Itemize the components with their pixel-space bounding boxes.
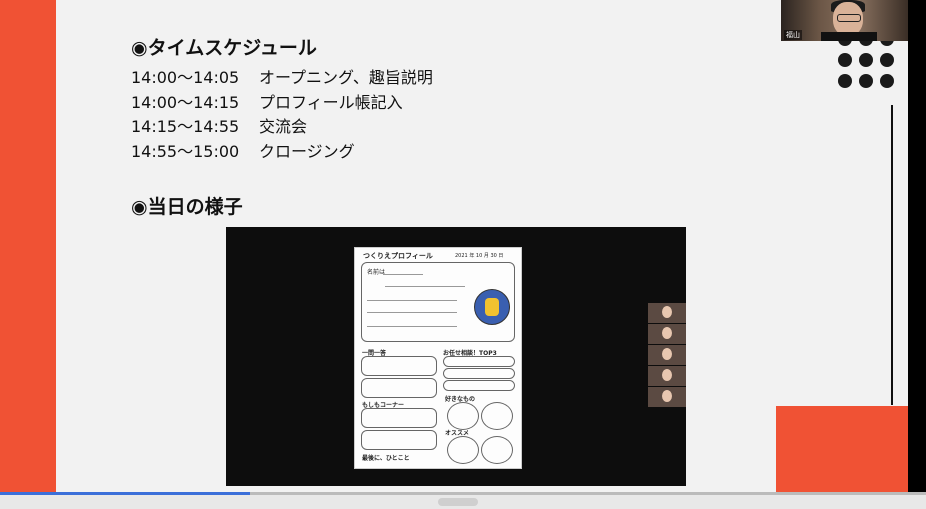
participant-video: [648, 387, 686, 407]
rank-box: [443, 356, 515, 367]
rank-box: [443, 380, 515, 391]
schedule-item: 交流会: [259, 117, 308, 136]
schedule-row: 14:15〜14:55 交流会: [131, 113, 433, 138]
section-saigo: 最後に、ひとこと: [362, 455, 410, 462]
schedule-list: 14:00〜14:05 オープニング、趣旨説明 14:00〜14:15 プロフィール…: [131, 64, 433, 162]
participant-thumbnails: [648, 303, 686, 408]
bubble: [447, 402, 479, 430]
answer-box: [361, 430, 437, 450]
dot: [880, 53, 894, 67]
answer-box: [361, 378, 437, 398]
participant-video: [648, 303, 686, 323]
schedule-time: 14:15〜14:55: [131, 117, 240, 136]
scroll-handle[interactable]: [438, 498, 478, 506]
camera-name-label: 福山: [784, 30, 802, 40]
answer-box: [361, 356, 437, 376]
rank-box: [443, 368, 515, 379]
schedule-heading: ◉タイムスケジュール: [131, 37, 317, 59]
line: [383, 274, 423, 275]
decorative-accent-block: [776, 406, 908, 492]
presenter-shirt: [821, 32, 877, 41]
presenter-camera[interactable]: 福山: [781, 0, 908, 41]
schedule-row: 14:00〜14:05 オープニング、趣旨説明: [131, 64, 433, 89]
participant-video: [648, 366, 686, 386]
line: [367, 312, 457, 313]
dot: [859, 74, 873, 88]
bubble: [447, 436, 479, 464]
schedule-row: 14:00〜14:15 プロフィール帳記入: [131, 89, 433, 114]
schedule-item: オープニング、趣旨説明: [259, 68, 433, 87]
accent-bar-left: [0, 0, 56, 509]
profile-photo: [474, 289, 510, 325]
day-heading: ◉当日の様子: [131, 196, 243, 218]
schedule-time: 14:00〜14:05: [131, 68, 240, 87]
line: [367, 300, 457, 301]
dot: [880, 74, 894, 88]
progress-fill: [0, 492, 251, 495]
right-edge-strip: [908, 0, 926, 492]
schedule-item: クロージング: [259, 141, 355, 161]
dot: [838, 53, 852, 67]
dot: [859, 53, 873, 67]
schedule-time: 14:00〜14:15: [131, 92, 240, 112]
dot: [838, 74, 852, 88]
profile-sheet-date: 2021 年 10 月 30 日: [455, 253, 504, 259]
schedule-row: 14:55〜15:00 クロージング: [131, 138, 433, 163]
profile-sheet-title: つくりえプロフィール: [363, 252, 433, 260]
line: [385, 286, 465, 287]
schedule-item: プロフィール帳記入: [259, 92, 403, 112]
bubble: [481, 436, 513, 464]
answer-box: [361, 408, 437, 428]
presenter-glasses: [837, 14, 861, 22]
video-progress-bar[interactable]: [0, 492, 926, 509]
participant-video: [648, 324, 686, 344]
decorative-dot-grid: [838, 32, 900, 94]
profile-sheet-image: つくりえプロフィール 2021 年 10 月 30 日 名前は 一問一答 もしも…: [354, 247, 522, 469]
schedule-time: 14:55〜15:00: [131, 141, 240, 161]
decorative-vertical-line: [891, 105, 893, 405]
line: [367, 326, 457, 327]
bubble: [481, 402, 513, 430]
participant-video: [648, 345, 686, 365]
